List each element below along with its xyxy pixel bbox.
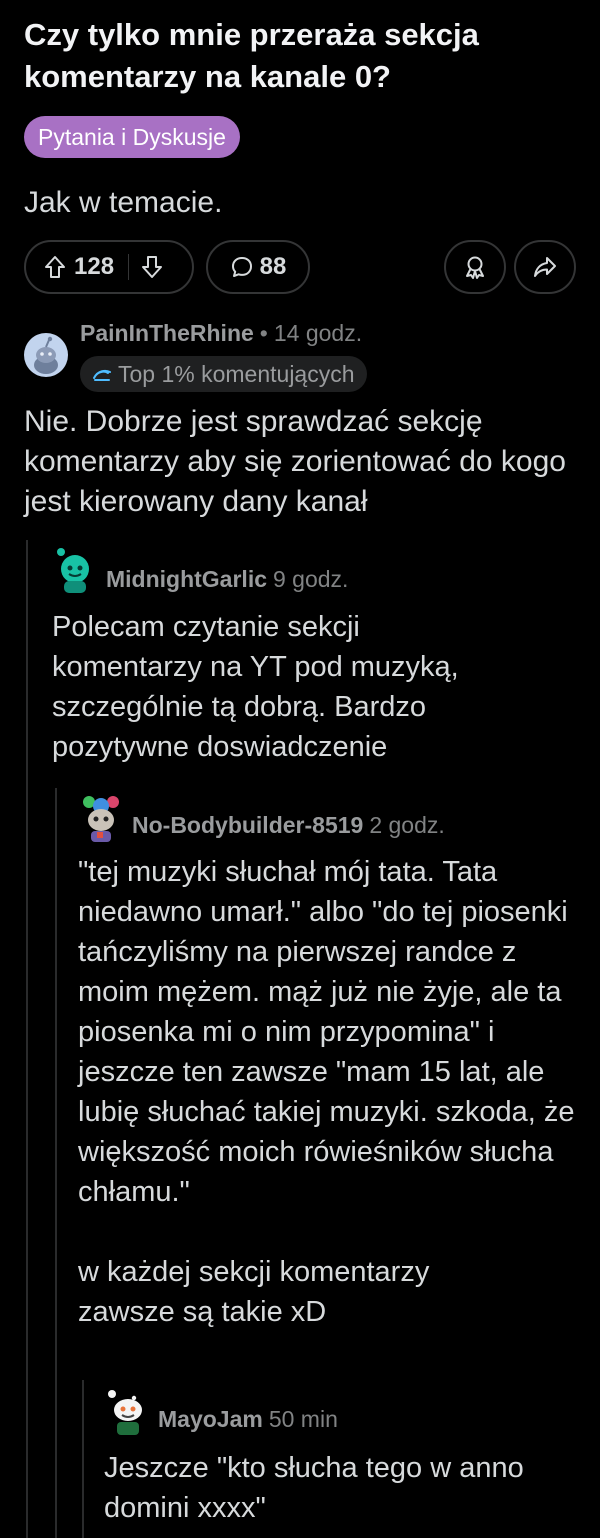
separator-dot: • [259,320,268,346]
comment-count: 88 [259,253,287,280]
badge-label: Top 1% komentujących [118,360,355,387]
username[interactable]: MidnightGarlic [106,566,267,593]
comment-text: Polecam czytanie sekcji komentarzy na YT… [52,611,459,763]
avatar[interactable] [24,333,68,377]
comment-header: PainInTheRhine • 14 godz. [80,320,362,347]
post-body: Jak w temacie. [24,186,223,219]
avatar[interactable] [52,547,98,597]
comment-text: Jeszcze "kto słucha tego w anno domini x… [104,1452,524,1524]
share-button[interactable] [514,240,576,294]
award-button[interactable] [444,240,506,294]
username[interactable]: MayoJam [158,1406,263,1433]
comment-time: 14 godz. [273,320,363,346]
vote-bar: 128 [24,240,194,294]
award-ribbon-icon [462,254,488,280]
status-badge: Top 1% komentujących [80,356,367,392]
comments-button[interactable]: 88 [206,240,310,294]
post-title: Czy tylko mnie przeraża sekcja komentarz… [24,17,479,94]
avatar[interactable] [78,794,124,844]
comment-text: "tej muzyki słuchał mój tata. Tata nieda… [78,852,578,1332]
comment-header: MayoJam 50 min [158,1406,338,1433]
speech-bubble-icon [230,255,254,279]
top-commenter-icon [92,361,112,388]
avatar[interactable] [104,1388,150,1438]
username[interactable]: PainInTheRhine [80,320,254,347]
arrow-down-icon[interactable] [141,255,163,279]
comment-text: Nie. Dobrze jest sprawdzać sekcję koment… [24,405,566,518]
username[interactable]: No-Bodybuilder-8519 [132,812,363,839]
comment-paragraph: w każdej sekcji komentarzy zawsze są tak… [78,1256,430,1328]
comment-time: 2 godz. [369,812,445,838]
thread-line[interactable] [55,788,57,1538]
arrow-up-icon[interactable] [44,255,66,279]
share-arrow-icon [532,254,558,280]
comment-paragraph: "tej muzyki słuchał mój tata. Tata nieda… [78,856,575,1208]
post-flair[interactable]: Pytania i Dyskusje [24,116,240,158]
thread-line[interactable] [82,1380,84,1538]
comment-header: No-Bodybuilder-8519 2 godz. [132,812,445,839]
thread-line[interactable] [26,540,28,1538]
vote-divider [128,254,130,280]
vote-count: 128 [74,253,115,280]
comment-time: 50 min [268,1406,338,1432]
comment-header: MidnightGarlic 9 godz. [106,566,348,593]
comment-time: 9 godz. [273,566,349,592]
